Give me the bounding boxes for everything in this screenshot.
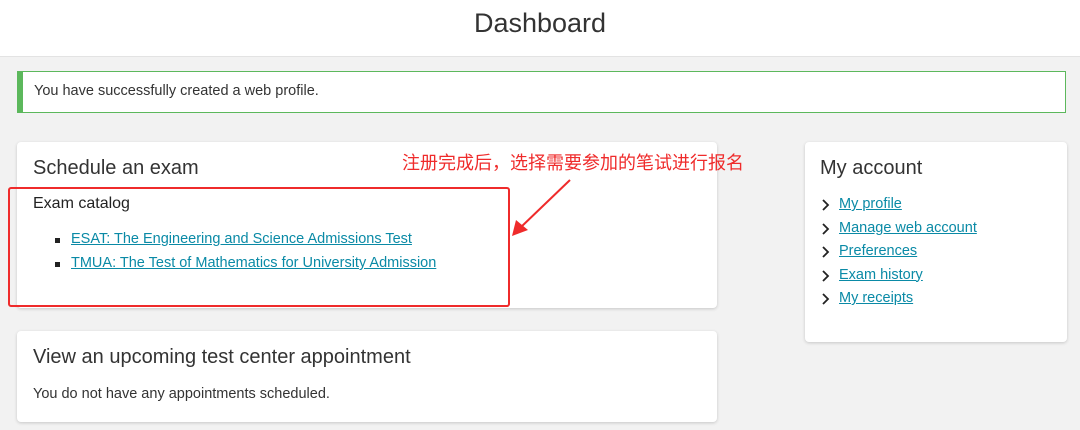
account-links-list: My profile Manage web account Preference… bbox=[821, 196, 977, 314]
preferences-link[interactable]: Preferences bbox=[839, 243, 917, 259]
upcoming-appointment-title: View an upcoming test center appointment bbox=[33, 346, 411, 368]
my-account-title: My account bbox=[820, 157, 923, 179]
account-item-profile: My profile bbox=[821, 196, 977, 220]
account-item-history: Exam history bbox=[821, 267, 977, 291]
chevron-right-icon bbox=[822, 246, 830, 258]
success-alert: You have successfully created a web prof… bbox=[17, 71, 1066, 113]
account-item-manage: Manage web account bbox=[821, 220, 977, 244]
annotation-text: 注册完成后，选择需要参加的笔试进行报名 bbox=[402, 153, 744, 174]
my-account-card: My account My profile Manage web account… bbox=[805, 142, 1067, 342]
my-profile-link[interactable]: My profile bbox=[839, 196, 902, 212]
schedule-exam-title: Schedule an exam bbox=[33, 157, 199, 179]
alert-message: You have successfully created a web prof… bbox=[34, 83, 319, 99]
chevron-right-icon bbox=[822, 269, 830, 282]
exam-history-link[interactable]: Exam history bbox=[839, 267, 923, 283]
account-item-preferences: Preferences bbox=[821, 243, 977, 267]
upcoming-appointment-card: View an upcoming test center appointment… bbox=[17, 331, 717, 422]
chevron-right-icon bbox=[822, 199, 830, 211]
annotation-arrow-icon bbox=[512, 179, 571, 236]
my-receipts-link[interactable]: My receipts bbox=[839, 290, 913, 306]
chevron-right-icon bbox=[822, 222, 830, 235]
chevron-right-icon bbox=[822, 293, 830, 305]
account-item-receipts: My receipts bbox=[821, 290, 977, 314]
no-appointments-message: You do not have any appointments schedul… bbox=[33, 386, 330, 402]
annotation-highlight-box bbox=[8, 187, 510, 307]
page-title: Dashboard bbox=[473, 8, 607, 38]
manage-web-account-link[interactable]: Manage web account bbox=[839, 220, 977, 236]
page-header: Dashboard bbox=[0, 0, 1080, 57]
